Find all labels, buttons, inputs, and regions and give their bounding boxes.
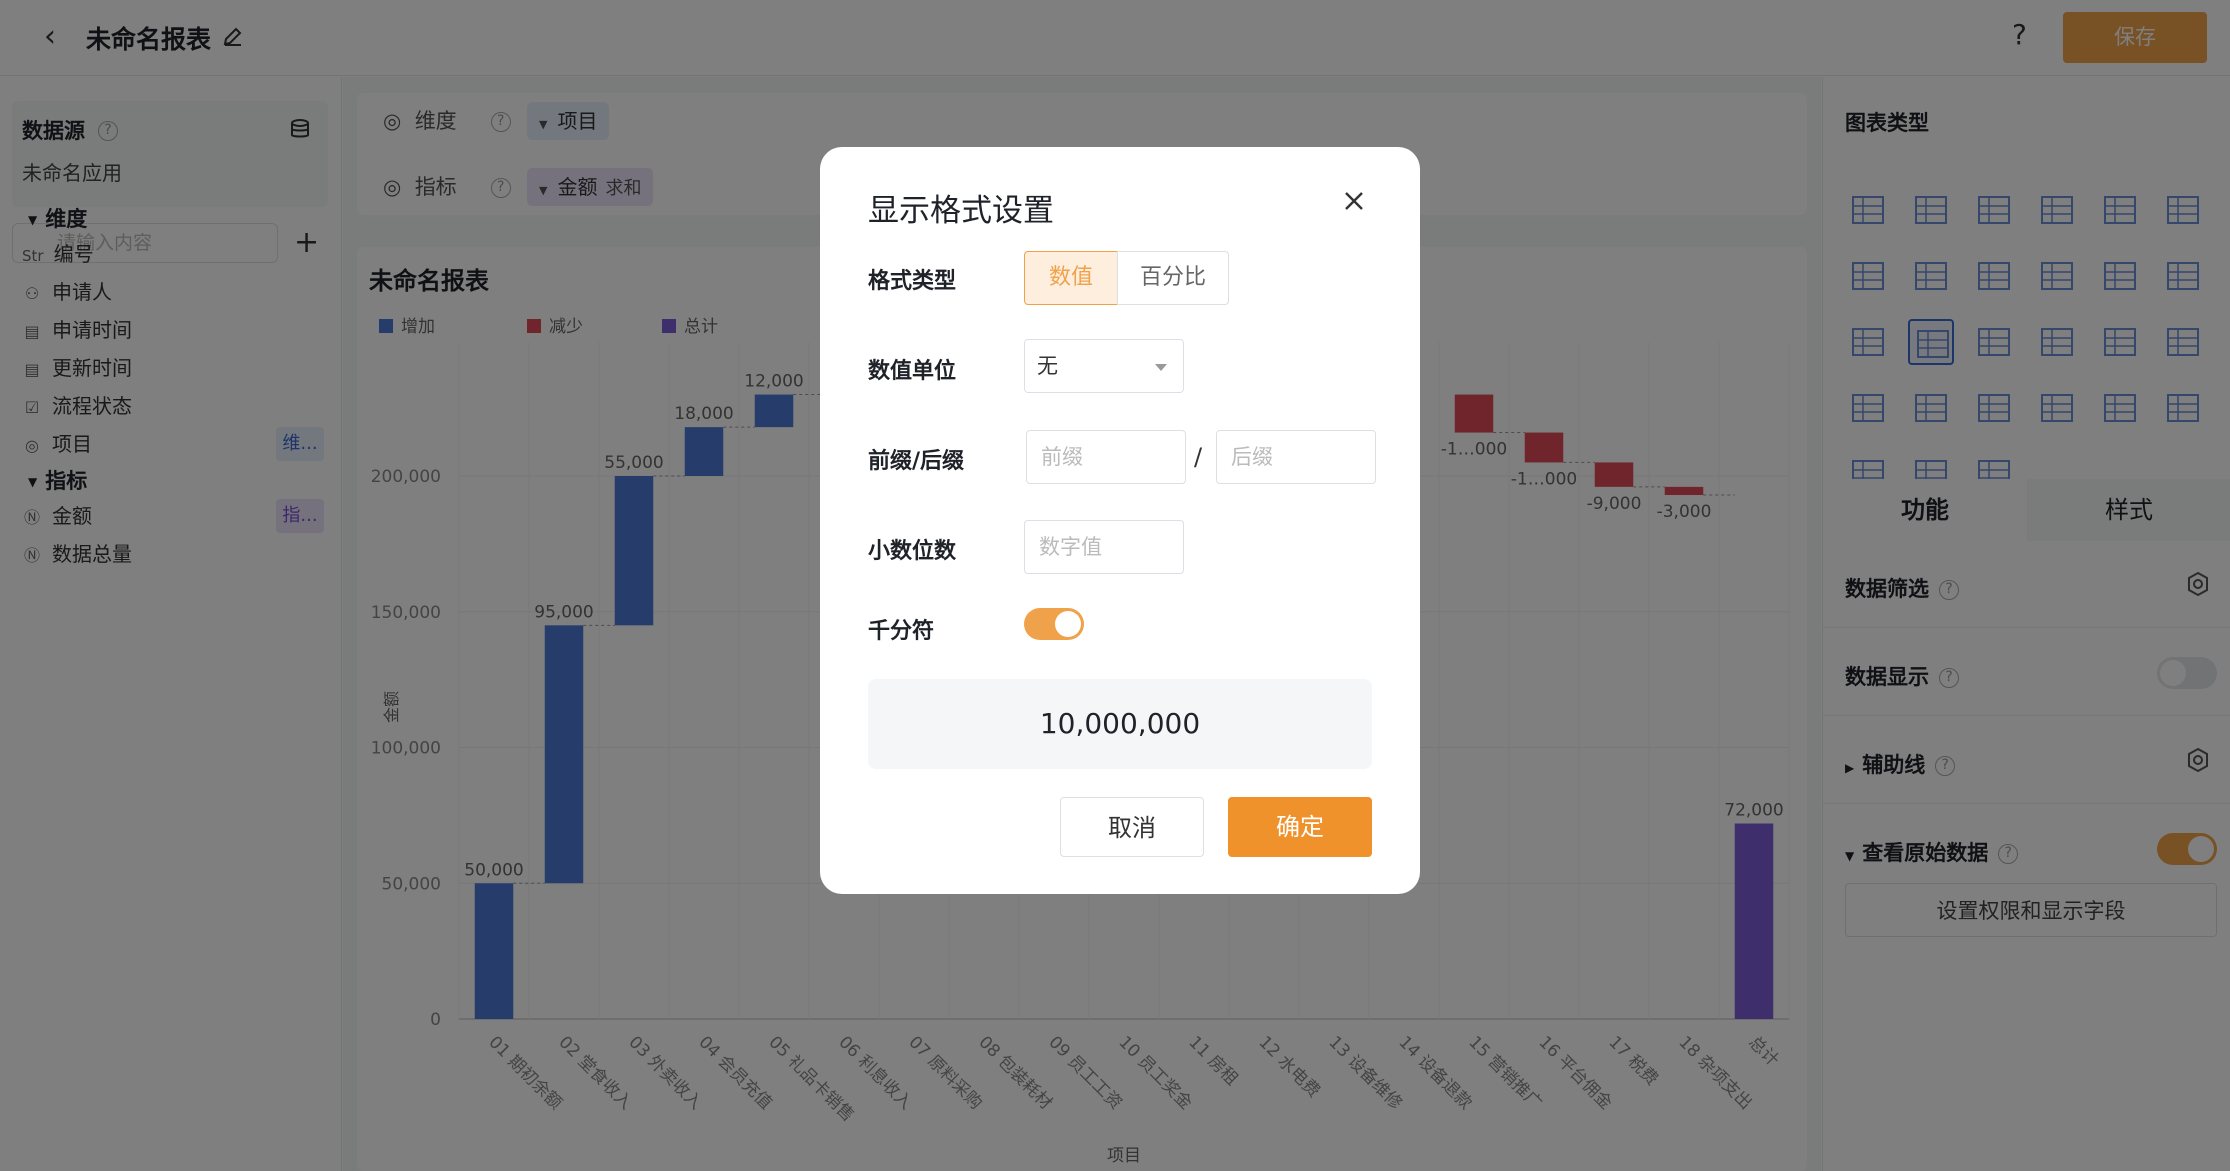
unit-label: 数值单位 — [868, 359, 957, 384]
decimals-label: 小数位数 — [868, 539, 957, 564]
thousands-separator-label: 千分符 — [868, 619, 935, 644]
format-option-number[interactable]: 数值 — [1024, 251, 1118, 305]
prefix-suffix-separator: / — [1194, 443, 1203, 471]
prefix-suffix-label: 前缀/后缀 — [868, 449, 965, 474]
format-option-percent[interactable]: 百分比 — [1117, 251, 1229, 305]
chevron-down-icon — [1155, 364, 1167, 371]
format-preview: 10,000,000 — [868, 679, 1372, 769]
prefix-input[interactable] — [1026, 430, 1186, 484]
suffix-input[interactable] — [1216, 430, 1376, 484]
format-type-label: 格式类型 — [868, 269, 957, 294]
display-format-dialog: 显示格式设置 格式类型 数值 百分比 数值单位 无 前缀/后缀 / 小数位数 千… — [820, 147, 1420, 894]
dialog-title: 显示格式设置 — [868, 193, 1054, 229]
decimals-input[interactable] — [1024, 520, 1184, 574]
cancel-button[interactable]: 取消 — [1060, 797, 1204, 857]
close-icon[interactable] — [1340, 187, 1368, 215]
thousands-separator-toggle[interactable] — [1024, 608, 1084, 640]
confirm-button[interactable]: 确定 — [1228, 797, 1372, 857]
toggle-knob — [1055, 611, 1081, 637]
unit-select[interactable]: 无 — [1024, 339, 1184, 393]
